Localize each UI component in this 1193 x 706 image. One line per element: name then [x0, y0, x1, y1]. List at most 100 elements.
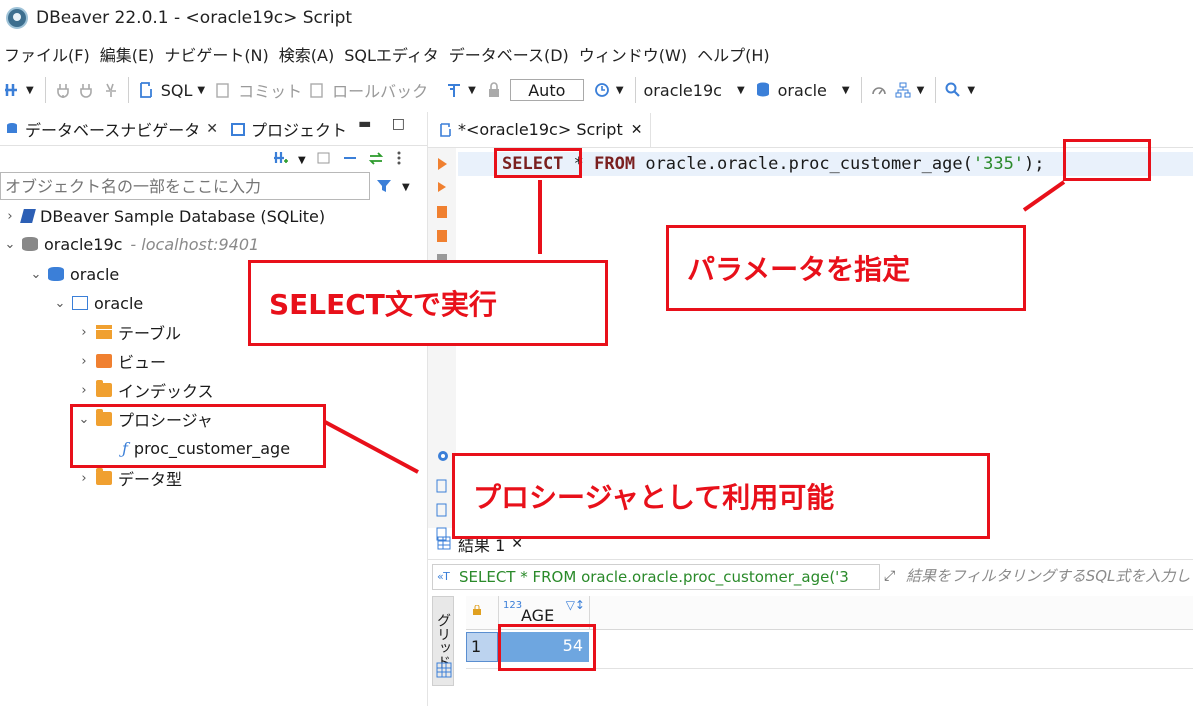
tree-node-schema[interactable]: ⌄ oracle — [52, 289, 144, 317]
invalidate-icon[interactable] — [78, 81, 96, 99]
tree-label: ビュー — [118, 353, 167, 372]
chevron-down-icon[interactable]: ▼ — [197, 85, 205, 96]
tab-script-label: *<oracle19c> Script — [458, 120, 623, 139]
menu-edit[interactable]: 編集(E) — [96, 42, 161, 66]
close-icon[interactable]: ✕ — [206, 121, 218, 137]
connect-icon[interactable] — [54, 81, 72, 99]
lock-icon — [472, 600, 482, 619]
tab-script[interactable]: *<oracle19c> Script ✕ — [428, 112, 652, 147]
menu-window[interactable]: ウィンドウ(W) — [575, 42, 693, 66]
chevron-down-icon[interactable]: ▼ — [917, 85, 925, 96]
filter-sort-icon[interactable]: ▽↕ — [566, 598, 585, 612]
chevron-right-icon[interactable]: › — [76, 354, 92, 369]
commit-button[interactable]: コミット — [238, 78, 302, 102]
chevron-down-icon[interactable]: ▼ — [842, 85, 850, 96]
execute-new-tab-icon[interactable] — [436, 180, 448, 194]
chevron-down-icon[interactable]: ▼ — [468, 85, 476, 96]
chevron-right-icon[interactable]: › — [76, 325, 92, 340]
tree-label: DBeaver Sample Database (SQLite) — [40, 206, 326, 226]
tree-node-datatypes[interactable]: › データ型 — [76, 464, 182, 492]
sql-editor-icon[interactable] — [137, 81, 155, 99]
chevron-right-icon[interactable]: › — [2, 209, 18, 224]
menu-search[interactable]: 検索(A) — [275, 42, 340, 66]
minimize-maximize-icon[interactable]: ▬ □ — [358, 116, 413, 132]
chevron-right-icon[interactable]: › — [76, 383, 92, 398]
execute-statement-icon[interactable] — [436, 156, 448, 170]
active-schema-selector[interactable]: oracle — [778, 81, 827, 100]
chevron-down-icon[interactable]: ▼ — [298, 155, 306, 166]
expand-icon[interactable]: ⤢ — [884, 568, 895, 584]
view-menu-icon[interactable] — [394, 150, 404, 170]
results-filter-input[interactable]: 結果をフィルタリングするSQL式を入力し — [906, 564, 1193, 590]
tree-node-tables[interactable]: › テーブル — [76, 318, 181, 346]
tab-project-label: プロジェクト — [250, 120, 347, 140]
settings-icon[interactable] — [436, 448, 448, 462]
collapse-icon[interactable] — [316, 150, 332, 170]
chevron-down-icon[interactable]: ▼ — [26, 85, 34, 96]
title-bar: DBeaver 22.0.1 - <oracle19c> Script — [0, 0, 1193, 36]
dashboard-icon[interactable] — [870, 81, 888, 99]
transaction-mode-icon[interactable] — [445, 81, 463, 99]
results-query-text[interactable]: «T SELECT * FROM oracle.oracle.proc_cust… — [432, 564, 880, 590]
erd-icon[interactable] — [894, 81, 912, 99]
chevron-down-icon[interactable]: ⌄ — [52, 296, 68, 311]
chevron-down-icon[interactable]: ⌄ — [28, 267, 44, 282]
sql-button[interactable]: SQL — [161, 81, 193, 100]
chevron-down-icon[interactable]: ▼ — [967, 85, 975, 96]
rollback-icon[interactable] — [308, 81, 326, 99]
menu-sql-editor[interactable]: SQLエディタ — [340, 42, 445, 66]
new-connection-icon[interactable] — [3, 81, 21, 99]
commit-icon[interactable] — [214, 81, 232, 99]
chevron-down-icon[interactable]: ⌄ — [2, 237, 18, 252]
sql-text-icon: «T — [437, 570, 450, 583]
navigator-filter-row: ▼ — [0, 170, 427, 202]
navigator-toolbar: ▼ — [0, 146, 427, 170]
search-icon[interactable] — [944, 81, 962, 99]
tree-label: oracle — [94, 293, 144, 313]
commit-mode-box[interactable]: Auto — [509, 79, 584, 101]
sync-icon[interactable] — [368, 150, 384, 170]
rollback-button[interactable]: ロールバック — [332, 78, 428, 102]
tab-project[interactable]: プロジェクト — [222, 114, 351, 144]
menu-bar: ファイル(F) 編集(E) ナビゲート(N) 検索(A) SQLエディタ データ… — [0, 40, 776, 68]
tree-node-sample-db[interactable]: › DBeaver Sample Database (SQLite) — [2, 202, 325, 230]
svg-text:▼: ▼ — [402, 182, 410, 193]
tree-node-views[interactable]: › ビュー — [76, 347, 166, 375]
new-connection-icon[interactable] — [272, 150, 288, 170]
menu-help[interactable]: ヘルプ(H) — [693, 42, 776, 66]
export-icon[interactable] — [436, 478, 448, 493]
chevron-down-icon[interactable]: ▼ — [616, 85, 624, 96]
close-icon[interactable]: ✕ — [631, 122, 643, 138]
menu-navigate[interactable]: ナビゲート(N) — [160, 42, 274, 66]
menu-database[interactable]: データベース(D) — [445, 42, 575, 66]
tree-node-connection[interactable]: ⌄ oracle19c - localhost:9401 — [2, 230, 260, 258]
tab-database-navigator[interactable]: データベースナビゲータ ✕ — [0, 113, 222, 144]
active-connection-selector[interactable]: oracle19c — [644, 81, 722, 100]
tree-node-database[interactable]: ⌄ oracle — [28, 260, 120, 288]
database-icon — [754, 81, 772, 99]
menu-file[interactable]: ファイル(F) — [0, 42, 96, 66]
row-number[interactable]: 1 — [466, 632, 498, 662]
results-query-label: SELECT * FROM oracle.oracle.proc_custome… — [459, 568, 849, 586]
grid-icon[interactable] — [436, 662, 452, 682]
disconnect-icon[interactable] — [102, 81, 120, 99]
execute-script-icon[interactable] — [436, 204, 448, 218]
column-label: AGE — [521, 606, 555, 625]
sql-script-icon — [438, 121, 456, 139]
callout-select: SELECT文で実行 — [248, 260, 608, 346]
object-filter-input[interactable] — [0, 172, 370, 200]
tree-node-indexes[interactable]: › インデックス — [76, 376, 214, 404]
toolbar-separator — [860, 77, 862, 103]
filter-icon[interactable]: ▼ — [376, 178, 416, 198]
lock-icon[interactable] — [485, 81, 503, 99]
results-filter-placeholder: 結果をフィルタリングするSQL式を入力し — [906, 567, 1191, 585]
import-icon[interactable] — [436, 502, 448, 517]
history-icon[interactable] — [593, 81, 611, 99]
link-editor-icon[interactable] — [342, 150, 358, 170]
chevron-right-icon[interactable]: › — [76, 471, 92, 486]
execute-script-new-tab-icon[interactable] — [436, 228, 448, 242]
toolbar-separator — [44, 77, 46, 103]
chevron-down-icon[interactable]: ▼ — [737, 85, 745, 96]
tree-label: oracle — [70, 264, 120, 284]
code-argument: '335' — [972, 154, 1025, 174]
